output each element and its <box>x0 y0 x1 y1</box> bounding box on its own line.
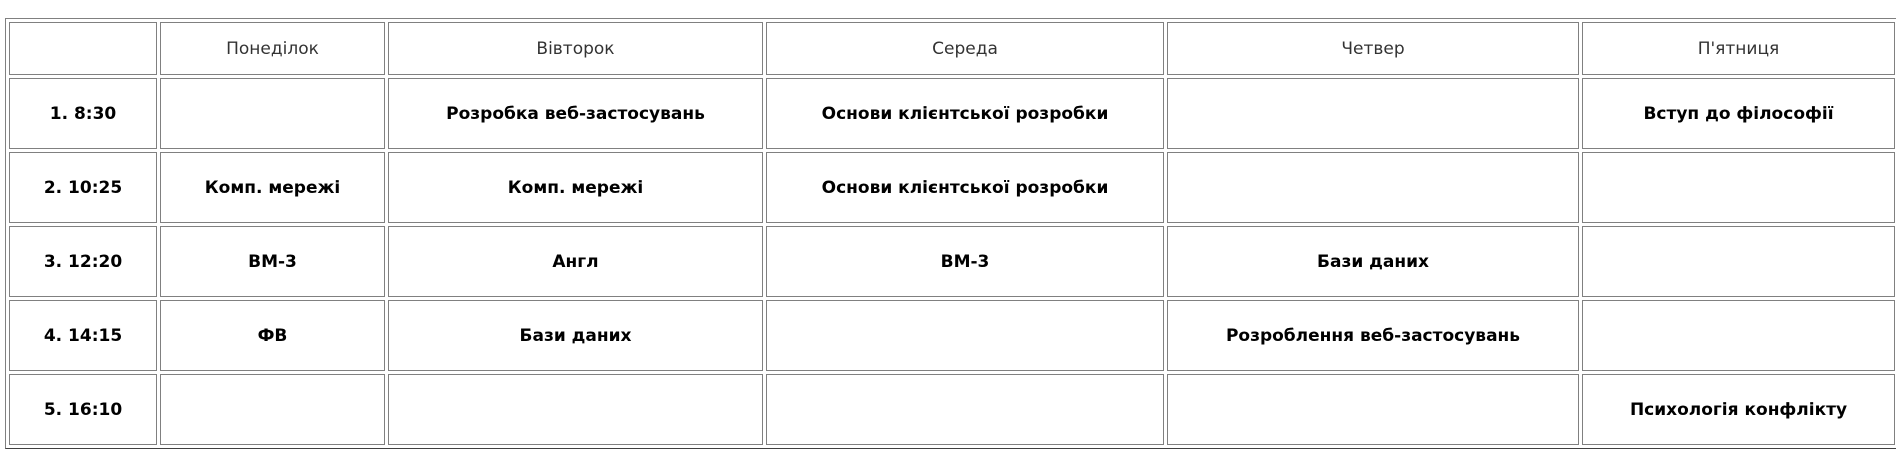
class-cell-wednesday: ВМ-3 <box>766 226 1164 297</box>
class-cell-thursday: Бази даних <box>1167 226 1579 297</box>
table-row: 2. 10:25 Комп. мережі Комп. мережі Основ… <box>9 152 1895 223</box>
class-cell-monday: Комп. мережі <box>160 152 385 223</box>
class-cell-thursday: Розроблення веб-застосувань <box>1167 300 1579 371</box>
time-cell: 2. 10:25 <box>9 152 157 223</box>
class-cell-thursday <box>1167 78 1579 149</box>
table-row: 5. 16:10 Психологія конфлікту <box>9 374 1895 445</box>
class-cell-wednesday: Основи клієнтської розробки <box>766 78 1164 149</box>
class-cell-friday: Вступ до філософії <box>1582 78 1895 149</box>
class-cell-friday <box>1582 226 1895 297</box>
class-cell-monday: ФВ <box>160 300 385 371</box>
page: Понеділок Вівторок Середа Четвер П'ятниц… <box>0 0 1896 469</box>
class-cell-tuesday: Англ <box>388 226 763 297</box>
class-cell-friday: Психологія конфлікту <box>1582 374 1895 445</box>
class-cell-thursday <box>1167 152 1579 223</box>
class-cell-monday <box>160 78 385 149</box>
class-cell-wednesday: Основи клієнтської розробки <box>766 152 1164 223</box>
time-cell: 3. 12:20 <box>9 226 157 297</box>
class-cell-monday: ВМ-3 <box>160 226 385 297</box>
class-cell-tuesday <box>388 374 763 445</box>
class-cell-thursday <box>1167 374 1579 445</box>
schedule-table: Понеділок Вівторок Середа Четвер П'ятниц… <box>5 18 1896 449</box>
header-tuesday: Вівторок <box>388 22 763 75</box>
header-monday: Понеділок <box>160 22 385 75</box>
class-cell-tuesday: Бази даних <box>388 300 763 371</box>
class-cell-tuesday: Розробка веб-застосувань <box>388 78 763 149</box>
header-corner <box>9 22 157 75</box>
class-cell-wednesday <box>766 374 1164 445</box>
header-row: Понеділок Вівторок Середа Четвер П'ятниц… <box>9 22 1895 75</box>
class-cell-friday <box>1582 152 1895 223</box>
time-cell: 1. 8:30 <box>9 78 157 149</box>
time-cell: 4. 14:15 <box>9 300 157 371</box>
time-cell: 5. 16:10 <box>9 374 157 445</box>
header-thursday: Четвер <box>1167 22 1579 75</box>
table-row: 3. 12:20 ВМ-3 Англ ВМ-3 Бази даних <box>9 226 1895 297</box>
table-row: 4. 14:15 ФВ Бази даних Розроблення веб-з… <box>9 300 1895 371</box>
header-friday: П'ятниця <box>1582 22 1895 75</box>
header-wednesday: Середа <box>766 22 1164 75</box>
table-row: 1. 8:30 Розробка веб-застосувань Основи … <box>9 78 1895 149</box>
class-cell-tuesday: Комп. мережі <box>388 152 763 223</box>
class-cell-monday <box>160 374 385 445</box>
class-cell-wednesday <box>766 300 1164 371</box>
class-cell-friday <box>1582 300 1895 371</box>
